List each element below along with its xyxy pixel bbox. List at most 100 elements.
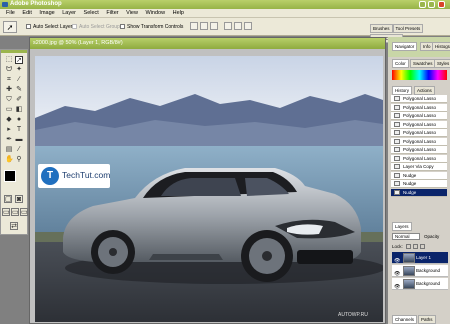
imageready-icon[interactable]: ⇄ bbox=[10, 222, 18, 230]
history-item[interactable]: Polygonal Lasso bbox=[391, 146, 447, 154]
history-item[interactable]: Polygonal Lasso bbox=[391, 154, 447, 163]
layer-thumbnail bbox=[403, 253, 415, 263]
screen-mode-full-icon[interactable]: ▭ bbox=[20, 208, 28, 216]
history-item[interactable]: Nudge bbox=[391, 180, 447, 188]
tab-actions[interactable]: Actions bbox=[414, 86, 435, 95]
history-item[interactable]: Polygonal Lasso bbox=[391, 95, 447, 103]
history-item[interactable]: Polygonal Lasso bbox=[391, 137, 447, 146]
menu-view[interactable]: View bbox=[126, 10, 138, 16]
canvas-image[interactable] bbox=[35, 56, 383, 322]
menu-filter[interactable]: Filter bbox=[106, 10, 118, 16]
menu-window[interactable]: Window bbox=[146, 10, 166, 16]
align-left-icon[interactable] bbox=[224, 22, 232, 30]
color-ramp[interactable] bbox=[392, 70, 447, 80]
maximize-button[interactable] bbox=[428, 1, 435, 8]
history-state-icon bbox=[394, 113, 400, 118]
document-title-bar[interactable]: s2000.jpg @ 50% (Layer 1, RGB/8#) bbox=[30, 38, 385, 49]
pen-tool-icon[interactable]: ✒ bbox=[5, 136, 13, 144]
close-button[interactable] bbox=[438, 1, 445, 8]
screen-mode-full-menu-icon[interactable]: ▭ bbox=[11, 208, 19, 216]
healing-brush-icon[interactable]: ✚ bbox=[5, 86, 13, 94]
history-state-icon bbox=[394, 96, 400, 101]
shape-tool-icon[interactable]: ▬ bbox=[15, 136, 23, 144]
menu-image[interactable]: Image bbox=[39, 10, 54, 16]
history-item[interactable]: Polygonal Lasso bbox=[391, 103, 447, 112]
eye-icon[interactable]: 👁 bbox=[394, 255, 400, 264]
lock-pixels-icon[interactable] bbox=[413, 244, 418, 249]
document-window: s2000.jpg @ 50% (Layer 1, RGB/8#) T Tech… bbox=[29, 37, 386, 324]
tab-brushes[interactable]: Brushes bbox=[370, 24, 393, 33]
minimize-button[interactable] bbox=[419, 1, 426, 8]
auto-select-groups-checkbox[interactable] bbox=[72, 24, 77, 30]
move-tool-preset-icon[interactable]: ➚ bbox=[3, 21, 17, 33]
tab-swatches[interactable]: Swatches bbox=[410, 59, 436, 68]
eye-icon[interactable]: 👁 bbox=[394, 281, 400, 290]
car-photo bbox=[35, 56, 383, 322]
lock-transparency-icon[interactable] bbox=[406, 244, 411, 249]
menu-select[interactable]: Select bbox=[84, 10, 99, 16]
foreground-color-swatch[interactable] bbox=[4, 170, 16, 182]
crop-tool-icon[interactable]: ⌗ bbox=[5, 76, 13, 84]
blur-tool-icon[interactable]: ◆ bbox=[5, 116, 13, 124]
layer-row[interactable]: 👁 Background bbox=[392, 278, 448, 290]
transform-checkbox[interactable] bbox=[120, 24, 125, 30]
history-item[interactable]: Nudge bbox=[391, 188, 447, 197]
hand-tool-icon[interactable]: ✋ bbox=[5, 156, 14, 164]
tab-styles[interactable]: Styles bbox=[434, 59, 450, 68]
tab-navigator[interactable]: Navigator bbox=[392, 42, 418, 51]
history-item[interactable]: Layer Via Copy bbox=[391, 163, 447, 171]
lock-position-icon[interactable] bbox=[420, 244, 425, 249]
align-top-icon[interactable] bbox=[190, 22, 198, 30]
align-center-icon[interactable] bbox=[234, 22, 242, 30]
eyedropper-icon[interactable]: ⁄ bbox=[15, 146, 23, 154]
auto-select-groups-label: Auto Select Groups bbox=[79, 24, 123, 30]
tab-histogram[interactable]: Histogram bbox=[432, 42, 450, 51]
menu-file[interactable]: File bbox=[6, 10, 15, 16]
layer-row[interactable]: 👁 Layer 1 bbox=[392, 252, 448, 264]
align-right-icon[interactable] bbox=[244, 22, 252, 30]
type-tool-icon[interactable]: T bbox=[15, 126, 23, 134]
tab-channels[interactable]: Channels bbox=[392, 315, 418, 324]
layer-row[interactable]: 👁Background copy bbox=[392, 265, 448, 285]
menu-edit[interactable]: Edit bbox=[22, 10, 31, 16]
history-state-icon bbox=[394, 147, 400, 152]
clone-stamp-icon[interactable]: ⛉ bbox=[5, 96, 13, 104]
history-item[interactable]: Polygonal Lasso bbox=[391, 112, 447, 120]
notes-tool-icon[interactable]: ▤ bbox=[5, 146, 13, 154]
history-item[interactable]: Polygonal Lasso bbox=[391, 120, 447, 129]
tab-paths[interactable]: Paths bbox=[418, 315, 436, 324]
zoom-tool-icon[interactable]: ⚲ bbox=[15, 156, 23, 164]
blend-mode-select[interactable]: Normal bbox=[392, 233, 420, 240]
history-brush-icon[interactable]: ✐ bbox=[15, 96, 23, 104]
tab-layers[interactable]: Layers bbox=[392, 222, 412, 231]
eraser-tool-icon[interactable]: ▭ bbox=[5, 106, 13, 114]
tab-tool-presets[interactable]: Tool Presets bbox=[392, 24, 424, 33]
align-bottom-icon[interactable] bbox=[210, 22, 218, 30]
toolbox-grip[interactable] bbox=[1, 50, 27, 53]
tab-history[interactable]: History bbox=[392, 86, 413, 95]
history-state-icon bbox=[394, 181, 400, 186]
eye-icon[interactable]: 👁 bbox=[394, 268, 400, 277]
align-middle-icon[interactable] bbox=[200, 22, 208, 30]
history-item-label: Nudge bbox=[403, 172, 417, 178]
menu-layer[interactable]: Layer bbox=[62, 10, 76, 16]
screen-mode-standard-icon[interactable]: ▭ bbox=[2, 208, 10, 216]
magic-wand-icon[interactable]: ✦ bbox=[15, 66, 23, 74]
menu-help[interactable]: Help bbox=[173, 10, 184, 16]
history-item[interactable]: Nudge bbox=[391, 171, 447, 180]
path-selection-icon[interactable]: ▸ bbox=[5, 126, 13, 134]
history-item[interactable]: Polygonal Lasso bbox=[391, 129, 447, 137]
options-bar: ➚ Auto Select Layer Auto Select Groups S… bbox=[0, 18, 450, 43]
quickmask-mode-icon[interactable]: ◙ bbox=[15, 195, 23, 203]
dodge-tool-icon[interactable]: ● bbox=[15, 116, 23, 124]
gradient-tool-icon[interactable]: ◧ bbox=[15, 106, 23, 114]
standard-mode-icon[interactable]: ▢ bbox=[4, 195, 12, 203]
lasso-tool-icon[interactable]: ᗢ bbox=[5, 66, 13, 74]
brush-tool-icon[interactable]: ✎ bbox=[15, 86, 23, 94]
history-item-label: Polygonal Lasso bbox=[403, 130, 437, 135]
move-tool-icon[interactable]: ➚ bbox=[15, 56, 23, 64]
auto-select-checkbox[interactable] bbox=[26, 24, 31, 30]
marquee-tool-icon[interactable]: ⬚ bbox=[5, 56, 13, 64]
slice-tool-icon[interactable]: ∕ bbox=[15, 76, 23, 84]
tab-color[interactable]: Color bbox=[392, 59, 409, 68]
